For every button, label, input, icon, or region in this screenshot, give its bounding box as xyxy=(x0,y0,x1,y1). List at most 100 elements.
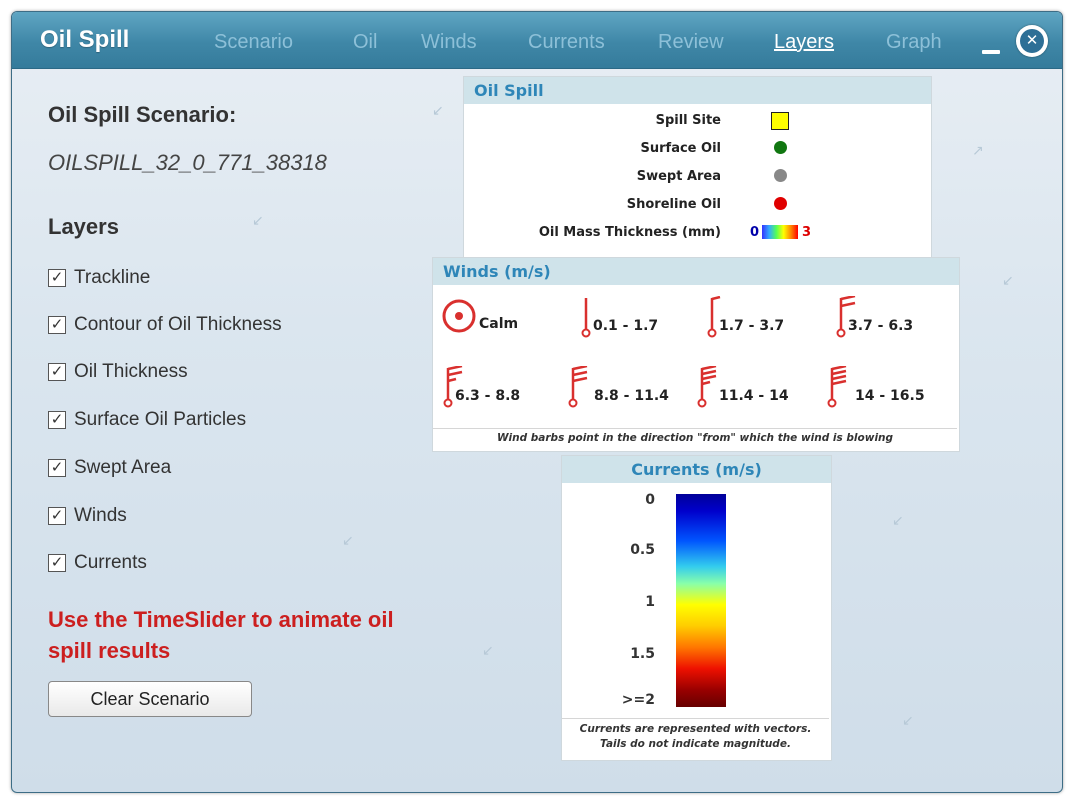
legend-label: Shoreline Oil xyxy=(626,197,721,212)
layer-toggle-currents[interactable]: ✓ Currents xyxy=(48,551,147,575)
current-vector-icon: ↙ xyxy=(902,712,914,728)
legend-label: Surface Oil xyxy=(640,141,721,156)
legend-item-spill-site: Spill Site xyxy=(464,110,931,132)
wind-label: 8.8 - 11.4 xyxy=(594,388,669,404)
thickness-color-ramp-icon xyxy=(762,225,798,239)
clear-scenario-button[interactable]: Clear Scenario xyxy=(48,681,252,717)
winds-legend: Winds (m/s) Calm 0.1 - 1.7 1.7 - 3.7 3.7… xyxy=(432,257,960,452)
thickness-min: 0 xyxy=(750,225,760,240)
tab-scenario[interactable]: Scenario xyxy=(214,31,293,54)
shoreline-oil-icon xyxy=(774,197,787,210)
layer-label: Winds xyxy=(74,505,127,526)
wind-label: 3.7 - 6.3 xyxy=(848,318,914,334)
legend-label: Spill Site xyxy=(655,113,721,128)
currents-legend: Currents (m/s) 0 0.5 1 1.5 >=2 Currents … xyxy=(561,455,832,761)
current-tick-label: 0 xyxy=(645,492,655,508)
layer-toggle-trackline[interactable]: ✓ Trackline xyxy=(48,266,150,290)
wind-label: 1.7 - 3.7 xyxy=(719,318,785,334)
winds-legend-header: Winds (m/s) xyxy=(433,258,959,285)
tab-review[interactable]: Review xyxy=(658,31,724,54)
layer-toggle-winds[interactable]: ✓ Winds xyxy=(48,504,127,528)
layer-label: Swept Area xyxy=(74,457,172,478)
wind-barb-6-3: 6.3 - 8.8 xyxy=(443,366,553,408)
thickness-max: 3 xyxy=(802,225,812,240)
legend-item-shoreline-oil: Shoreline Oil xyxy=(464,194,931,216)
current-color-ramp xyxy=(676,494,726,707)
wind-label: 14 - 16.5 xyxy=(855,388,925,404)
scenario-heading: Oil Spill Scenario: xyxy=(48,102,237,127)
checkbox[interactable]: ✓ xyxy=(48,507,66,525)
currents-note: Currents are represented with vectors. T… xyxy=(562,718,829,752)
currents-note-line: Tails do not indicate magnitude. xyxy=(600,738,791,750)
layer-toggle-surface-oil[interactable]: ✓ Surface Oil Particles xyxy=(48,408,246,432)
wind-barb-8-8: 8.8 - 11.4 xyxy=(568,366,688,408)
layer-label: Currents xyxy=(74,552,147,573)
layer-toggle-contour[interactable]: ✓ Contour of Oil Thickness xyxy=(48,313,282,337)
oil-legend-header: Oil Spill xyxy=(464,77,931,104)
legend-item-surface-oil: Surface Oil xyxy=(464,138,931,160)
close-button[interactable]: ✕ xyxy=(1016,25,1048,57)
current-tick-label: >=2 xyxy=(621,692,655,708)
checkbox[interactable]: ✓ xyxy=(48,554,66,572)
checkbox[interactable]: ✓ xyxy=(48,363,66,381)
wind-barb-14: 14 - 16.5 xyxy=(827,366,947,408)
wind-label: 0.1 - 1.7 xyxy=(593,318,659,334)
current-vector-icon: ↙ xyxy=(252,212,264,228)
timeslider-note: Use the TimeSlider to animate oil spill … xyxy=(48,607,394,663)
layer-label: Contour of Oil Thickness xyxy=(74,314,282,335)
legend-item-swept-area: Swept Area xyxy=(464,166,931,188)
wind-barb-0-1: 0.1 - 1.7 xyxy=(581,296,691,338)
checkbox[interactable]: ✓ xyxy=(48,459,66,477)
wind-calm: Calm xyxy=(441,298,541,338)
layer-label: Trackline xyxy=(74,267,151,288)
layer-toggle-swept-area[interactable]: ✓ Swept Area xyxy=(48,456,171,480)
wind-label: 11.4 - 14 xyxy=(719,388,789,404)
current-vector-icon: ↙ xyxy=(1002,272,1014,288)
current-vector-icon: ↙ xyxy=(432,102,444,118)
wind-barb-1-7: 1.7 - 3.7 xyxy=(707,296,817,338)
surface-oil-icon xyxy=(774,141,787,154)
legend-label: Oil Mass Thickness (mm) xyxy=(538,225,721,240)
layer-toggle-oil-thickness[interactable]: ✓ Oil Thickness xyxy=(48,360,188,384)
close-icon: ✕ xyxy=(1020,29,1044,53)
current-tick-label: 0.5 xyxy=(630,542,655,558)
wind-label: 6.3 - 8.8 xyxy=(455,388,521,404)
oil-spill-window: ↙ ↗ ↙ ↙ ↙ ↙ ↙ ↙ Oil Spill Scenario Oil W… xyxy=(11,11,1063,793)
current-vector-icon: ↙ xyxy=(892,512,904,528)
legend-item-oil-thickness: Oil Mass Thickness (mm) 0 3 xyxy=(464,222,931,244)
wind-note: Wind barbs point in the direction "from"… xyxy=(433,428,957,444)
tab-currents[interactable]: Currents xyxy=(528,31,605,54)
tab-graph[interactable]: Graph xyxy=(886,31,942,54)
tab-winds[interactable]: Winds xyxy=(421,31,477,54)
wind-barb-icon xyxy=(697,366,717,408)
current-tick-label: 1.5 xyxy=(630,646,655,662)
currents-legend-header: Currents (m/s) xyxy=(562,456,831,483)
legend-label: Swept Area xyxy=(636,169,721,184)
tab-layers[interactable]: Layers xyxy=(774,31,834,54)
current-vector-icon: ↗ xyxy=(972,142,984,158)
scenario-name: OILSPILL_32_0_771_38318 xyxy=(48,150,327,175)
wind-barb-3-7: 3.7 - 6.3 xyxy=(836,296,946,338)
wind-barb-icon xyxy=(827,366,847,408)
calm-circle-icon xyxy=(442,299,476,333)
minimize-button[interactable] xyxy=(982,50,1000,54)
layer-label: Surface Oil Particles xyxy=(74,409,247,430)
layers-heading: Layers xyxy=(48,214,119,239)
wind-barb-icon xyxy=(568,366,588,408)
tab-oil[interactable]: Oil xyxy=(353,31,377,54)
layer-label: Oil Thickness xyxy=(74,361,188,382)
spill-site-icon xyxy=(771,112,789,130)
checkbox[interactable]: ✓ xyxy=(48,269,66,287)
current-vector-icon: ↙ xyxy=(342,532,354,548)
wind-barb-11-4: 11.4 - 14 xyxy=(697,366,807,408)
wind-label: Calm xyxy=(479,316,519,332)
title-bar[interactable]: Oil Spill Scenario Oil Winds Currents Re… xyxy=(12,12,1062,69)
current-tick-label: 1 xyxy=(645,594,655,610)
checkbox[interactable]: ✓ xyxy=(48,316,66,334)
app-title: Oil Spill xyxy=(40,26,130,53)
oil-spill-legend: Oil Spill Spill Site Surface Oil Swept A… xyxy=(463,76,932,266)
current-vector-icon: ↙ xyxy=(482,642,494,658)
currents-note-line: Currents are represented with vectors. xyxy=(579,723,812,735)
swept-area-icon xyxy=(774,169,787,182)
checkbox[interactable]: ✓ xyxy=(48,411,66,429)
